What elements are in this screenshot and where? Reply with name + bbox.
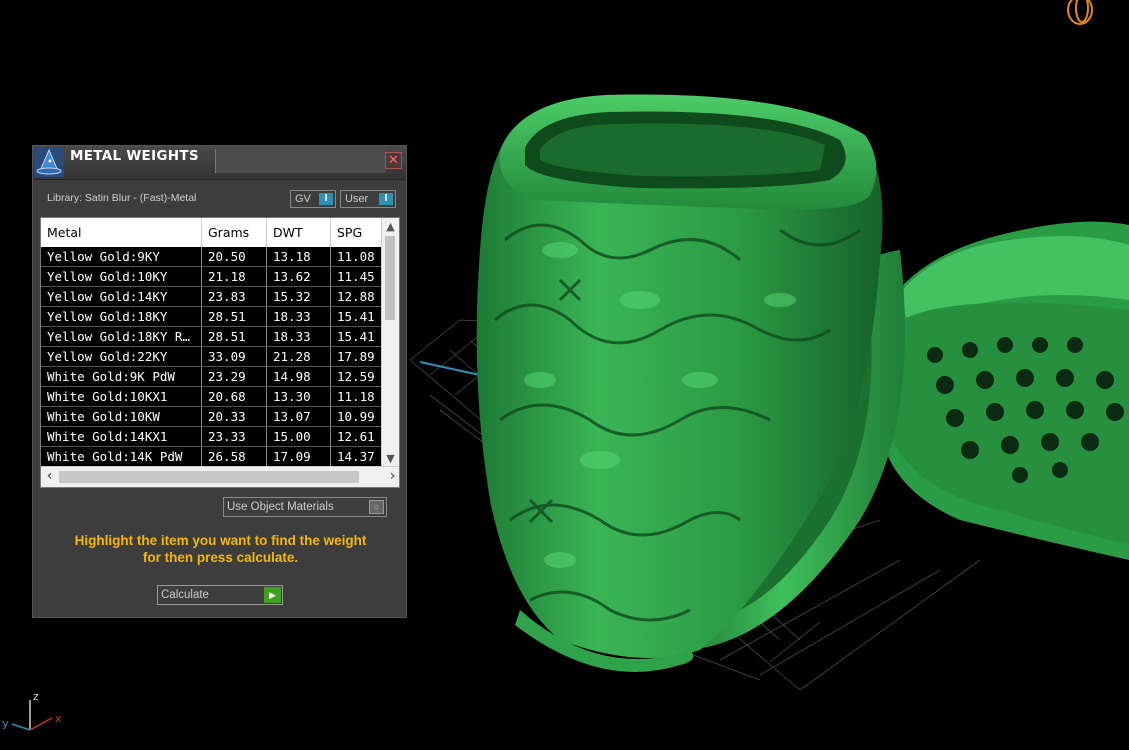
cell-metal: Yellow Gold:22KY [41, 346, 202, 367]
horizontal-scroll-thumb[interactable] [59, 471, 359, 483]
metal-weights-panel: METAL WEIGHTS ✕ Library: Satin Blur - (F… [32, 145, 407, 618]
cell-grams: 26.58 [201, 446, 267, 467]
use-object-materials-label: Use Object Materials [227, 501, 334, 513]
user-toggle-switch[interactable]: I [379, 193, 393, 205]
cell-grams: 28.51 [201, 306, 267, 327]
library-label: Library: Satin Blur - (Fast)-Metal [47, 192, 197, 204]
column-header-metal[interactable]: Metal [41, 218, 202, 247]
scroll-left-icon[interactable]: ‹ [41, 467, 58, 487]
horizontal-scrollbar[interactable]: ‹ › [41, 466, 399, 487]
title-tab-area [215, 149, 386, 173]
table-row[interactable]: Yellow Gold:10KY 21.18 13.62 11.45 [41, 266, 384, 287]
table-row[interactable]: White Gold:14KX1 23.33 15.00 12.61 [41, 426, 384, 447]
play-arrow-icon[interactable]: ▶ [264, 587, 281, 603]
cell-dwt: 18.33 [266, 306, 331, 327]
app-corner-logo-icon [1067, 0, 1093, 25]
cell-spg: 15.41 [330, 326, 384, 347]
cell-spg: 12.61 [330, 426, 384, 447]
column-header-spg[interactable]: SPG [330, 218, 384, 247]
cell-spg: 14.37 [330, 446, 384, 467]
table-row[interactable]: Yellow Gold:22KY 33.09 21.28 17.89 [41, 346, 384, 367]
user-toggle-label: User [345, 193, 369, 205]
cell-dwt: 13.18 [266, 247, 331, 267]
cell-spg: 12.59 [330, 366, 384, 387]
table-row[interactable]: Yellow Gold:18KY 28.51 18.33 15.41 [41, 306, 384, 327]
axis-y-label: y [2, 717, 9, 730]
cell-metal: White Gold:10KX1 [41, 386, 202, 407]
cell-grams: 28.51 [201, 326, 267, 347]
scroll-right-icon[interactable]: › [384, 467, 399, 487]
cell-spg: 12.88 [330, 286, 384, 307]
table-row[interactable]: White Gold:14K PdW 26.58 17.09 14.37 [41, 446, 384, 467]
cell-dwt: 13.62 [266, 266, 331, 287]
vertical-scrollbar[interactable]: ▲ ▼ [381, 218, 399, 467]
cell-grams: 23.29 [201, 366, 267, 387]
cell-spg: 10.99 [330, 406, 384, 427]
gv-toggle-switch[interactable]: I [319, 193, 333, 205]
axis-triad: z x y [2, 690, 62, 731]
instruction-line-1: Highlight the item you want to find the … [74, 533, 367, 548]
cell-metal: Yellow Gold:10KY [41, 266, 202, 287]
wizard-hat-icon [34, 147, 64, 177]
instruction-text: Highlight the item you want to find the … [43, 532, 398, 566]
cell-metal: Yellow Gold:14KY [41, 286, 202, 307]
instruction-line-2: for then press calculate. [142, 550, 299, 565]
cell-dwt: 21.28 [266, 346, 331, 367]
cell-dwt: 17.09 [266, 446, 331, 467]
table-row[interactable]: Yellow Gold:9KY 20.50 13.18 11.08 [41, 247, 384, 267]
cell-dwt: 15.32 [266, 286, 331, 307]
user-toggle[interactable]: User I [340, 190, 396, 208]
cell-metal: Yellow Gold:18KY R… [41, 326, 202, 347]
cell-dwt: 14.98 [266, 366, 331, 387]
cell-metal: White Gold:14K PdW [41, 446, 202, 467]
cell-dwt: 18.33 [266, 326, 331, 347]
cell-grams: 23.83 [201, 286, 267, 307]
cell-dwt: 13.07 [266, 406, 331, 427]
cell-grams: 23.33 [201, 426, 267, 447]
vertical-scroll-thumb[interactable] [385, 236, 395, 320]
cell-spg: 15.41 [330, 306, 384, 327]
table-row[interactable]: Yellow Gold:18KY R… 28.51 18.33 15.41 [41, 326, 384, 347]
cell-spg: 11.45 [330, 266, 384, 287]
cell-grams: 20.50 [201, 247, 267, 267]
cell-metal: White Gold:9K PdW [41, 366, 202, 387]
gv-toggle[interactable]: GV I [290, 190, 336, 208]
cell-dwt: 15.00 [266, 426, 331, 447]
cell-metal: White Gold:14KX1 [41, 426, 202, 447]
cell-grams: 33.09 [201, 346, 267, 367]
table-header-row: Metal Grams DWT SPG [41, 218, 384, 247]
cell-spg: 11.18 [330, 386, 384, 407]
scroll-down-icon[interactable]: ▼ [382, 450, 399, 467]
radio-icon[interactable]: ○ [369, 500, 384, 514]
scroll-up-icon[interactable]: ▲ [382, 218, 399, 235]
panel-titlebar[interactable]: METAL WEIGHTS ✕ [33, 146, 406, 180]
axis-x-label: x [55, 712, 62, 725]
use-object-materials-toggle[interactable]: Use Object Materials ○ [223, 497, 387, 517]
table-row[interactable]: White Gold:10KX1 20.68 13.30 11.18 [41, 386, 384, 407]
close-button[interactable]: ✕ [385, 152, 402, 169]
cell-spg: 11.08 [330, 247, 384, 267]
column-header-dwt[interactable]: DWT [266, 218, 331, 247]
table-row[interactable]: White Gold:10KW 20.33 13.07 10.99 [41, 406, 384, 427]
metal-weights-table[interactable]: Metal Grams DWT SPG Yellow Gold:9KY 20.50… [40, 217, 400, 488]
panel-title: METAL WEIGHTS [70, 148, 199, 164]
cell-dwt: 13.30 [266, 386, 331, 407]
cell-metal: Yellow Gold:9KY [41, 247, 202, 267]
column-header-grams[interactable]: Grams [201, 218, 267, 247]
calculate-label: Calculate [161, 589, 209, 601]
cell-metal: Yellow Gold:18KY [41, 306, 202, 327]
ring-model-front[interactable] [476, 94, 905, 672]
table-row[interactable]: White Gold:9K PdW 23.29 14.98 12.59 [41, 366, 384, 387]
calculate-button[interactable]: Calculate ▶ [157, 585, 283, 605]
cell-grams: 21.18 [201, 266, 267, 287]
ring-model-back[interactable] [875, 221, 1129, 560]
table-row[interactable]: Yellow Gold:14KY 23.83 15.32 12.88 [41, 286, 384, 307]
gv-toggle-label: GV [295, 193, 311, 205]
cell-spg: 17.89 [330, 346, 384, 367]
cell-metal: White Gold:10KW [41, 406, 202, 427]
cell-grams: 20.33 [201, 406, 267, 427]
cell-grams: 20.68 [201, 386, 267, 407]
axis-z-label: z [33, 690, 39, 703]
